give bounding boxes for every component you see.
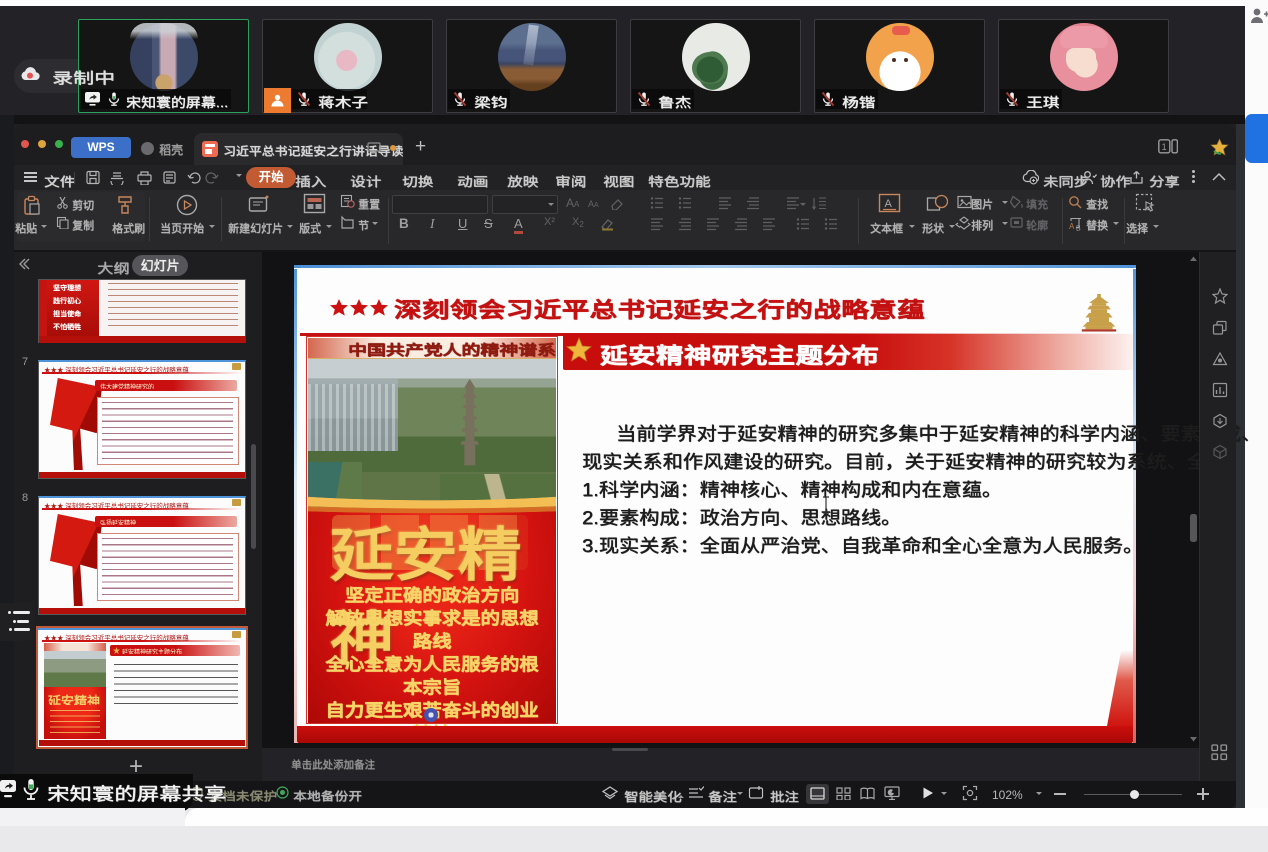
svg-text:A: A xyxy=(885,198,893,210)
svg-text:A: A xyxy=(1069,222,1075,231)
svg-text:1: 1 xyxy=(1162,142,1167,152)
svg-text:B: B xyxy=(1076,226,1081,232)
